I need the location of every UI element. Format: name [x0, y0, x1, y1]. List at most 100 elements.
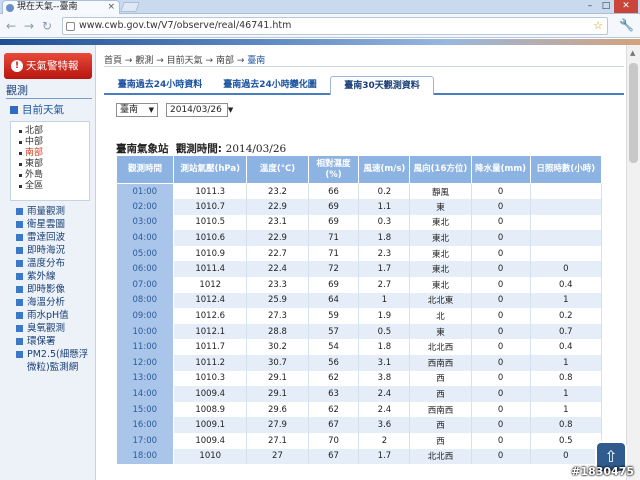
minimize-icon[interactable]: –	[582, 0, 598, 13]
date-select[interactable]: 2014/03/26 ▼	[166, 103, 233, 117]
table-cell: 29.1	[246, 370, 309, 387]
sidebar-link-sea-temp[interactable]: 海溫分析	[16, 296, 92, 309]
close-window-icon[interactable]: ✕	[614, 0, 638, 13]
region-item-north[interactable]: 北部	[19, 126, 89, 137]
tab-title: 現在天氣--臺南	[17, 2, 78, 12]
back-arrow-icon[interactable]: ←	[4, 19, 18, 33]
date-select-value: 2014/03/26	[170, 105, 222, 115]
table-cell: 22.9	[246, 199, 309, 215]
table-cell: 17:00	[116, 433, 175, 449]
wrench-menu-icon[interactable]: 🔧	[619, 18, 634, 32]
table-cell: 06:00	[116, 261, 175, 278]
sidebar-link-rainfall[interactable]: 雨量觀測	[16, 205, 92, 218]
table-cell: 3.1	[358, 355, 411, 371]
new-tab-button[interactable]	[120, 2, 140, 12]
url-field[interactable]: www.cwb.gov.tw/V7/observe/real/46741.htm…	[62, 17, 608, 35]
region-item-central[interactable]: 中部	[19, 137, 89, 148]
page-scrollbar[interactable]: ▲	[626, 45, 640, 480]
sidebar-link-satellite[interactable]: 衛星雲圖	[16, 218, 92, 231]
sidebar-link-temperature[interactable]: 溫度分布	[16, 257, 92, 270]
sidebar-link-pm25[interactable]: PM2.5(細懸浮微粒)監測網	[16, 348, 92, 374]
region-item-islands[interactable]: 外島	[19, 170, 89, 181]
forward-arrow-icon[interactable]: →	[22, 19, 36, 33]
column-header: 日照時數(小時)	[529, 155, 603, 184]
table-header-row: 觀測時間 測站氣壓(hPa) 溫度(°C) 相對濕度(%) 風速(m/s) 風向…	[115, 155, 603, 184]
sidebar-link-epa[interactable]: 環保署	[16, 335, 92, 348]
sidebar-link-ozone[interactable]: 臭氧觀測	[16, 322, 92, 335]
bookmark-star-icon[interactable]: ☆	[593, 18, 603, 34]
sidebar-link-live-images[interactable]: 即時影像	[16, 283, 92, 296]
reload-icon[interactable]: ↻	[40, 19, 54, 33]
table-cell: 0.5	[530, 433, 603, 449]
filter-controls: 臺南 ▼ 2014/03/26 ▼	[116, 103, 233, 117]
table-cell: 11:00	[116, 339, 175, 356]
address-bar-row: ← → ↻ www.cwb.gov.tw/V7/observe/real/467…	[0, 14, 640, 38]
table-cell: 1012.1	[173, 323, 248, 340]
table-cell: 30.2	[246, 339, 309, 356]
table-cell: 1012.4	[173, 292, 248, 309]
tab-past-24h-data[interactable]: 臺南過去24小時資料	[112, 76, 208, 95]
sidebar-link-rain-ph[interactable]: 雨水pH值	[16, 309, 92, 322]
table-cell	[530, 183, 603, 200]
table-cell: 0.3	[358, 214, 411, 231]
table-cell: 64	[308, 292, 360, 309]
sidebar-link-radar[interactable]: 雷達回波	[16, 231, 92, 244]
breadcrumb-item[interactable]: 目前天氣	[167, 56, 203, 66]
station-select-value: 臺南	[120, 105, 139, 115]
sidebar-section-title: 觀測	[6, 83, 92, 99]
observation-time-value: 2014/03/26	[225, 143, 287, 155]
region-item-all[interactable]: 全區	[19, 181, 89, 192]
column-header: 風向(16方位)	[409, 155, 472, 184]
window-controls: – □ ✕	[582, 0, 638, 13]
favicon-icon	[6, 4, 14, 12]
scroll-up-icon[interactable]: ▲	[630, 49, 635, 57]
table-cell: 0	[530, 261, 603, 278]
table-cell: 13:00	[116, 370, 175, 387]
weather-alert-button[interactable]: ! 天氣警特報	[4, 53, 92, 79]
region-item-south[interactable]: 南部	[19, 148, 89, 159]
table-cell: 69	[308, 199, 360, 215]
breadcrumb-item[interactable]: 首頁	[104, 56, 122, 66]
table-cell: 71	[308, 230, 360, 246]
breadcrumb-item[interactable]: 南部	[216, 56, 234, 66]
table-cell: 16:00	[116, 417, 175, 433]
browser-tab[interactable]: 現在天氣--臺南 ×	[2, 0, 120, 14]
scrollbar-thumb[interactable]	[629, 63, 638, 163]
table-cell: 69	[308, 277, 360, 293]
tab-30-day-data[interactable]: 臺南30天觀測資料	[330, 76, 434, 95]
table-cell: 0	[471, 417, 531, 433]
table-cell: 08:00	[116, 292, 175, 309]
table-cell	[530, 199, 603, 215]
table-cell: 27	[246, 448, 309, 465]
tab-close-icon[interactable]: ×	[107, 1, 115, 14]
table-cell: 1008.9	[173, 401, 248, 418]
table-cell: 1	[530, 292, 603, 309]
table-cell: 3.6	[358, 417, 411, 433]
table-cell: 東北	[409, 277, 472, 293]
table-cell: 2	[358, 433, 411, 449]
table-cell: 西南西	[409, 401, 472, 418]
table-cell: 0.7	[530, 323, 603, 340]
table-cell: 72	[308, 261, 360, 278]
tab-past-24h-chart[interactable]: 臺南過去24小時變化圖	[212, 76, 328, 95]
table-cell: 63	[308, 386, 360, 402]
table-row: 16:00 1009.1 27.9 67 3.6 西 0 0.8	[116, 417, 603, 433]
table-cell	[530, 214, 603, 231]
station-select[interactable]: 臺南 ▼	[116, 103, 158, 117]
sidebar-link-uv[interactable]: 紫外線	[16, 270, 92, 283]
sidebar-link-sea-state[interactable]: 即時海況	[16, 244, 92, 257]
table-cell: 3.8	[358, 370, 411, 387]
table-cell: 1.7	[358, 448, 411, 465]
dropdown-arrow-icon: ▼	[148, 106, 154, 114]
table-row: 17:00 1009.4 27.1 70 2 西 0 0.5	[116, 433, 603, 449]
table-cell: 東北	[409, 261, 472, 278]
maximize-icon[interactable]: □	[598, 0, 614, 13]
sidebar-item-current-weather[interactable]: 目前天氣	[10, 103, 64, 117]
table-cell: 1010	[173, 448, 248, 465]
table-cell: 1	[530, 401, 603, 418]
region-item-east[interactable]: 東部	[19, 159, 89, 170]
breadcrumb-item[interactable]: 觀測	[135, 56, 153, 66]
breadcrumb-separator: →	[236, 56, 245, 66]
sidebar: ! 天氣警特報 觀測 目前天氣 北部 中部 南部 東部 外島 全區 雨量觀測 衛…	[0, 45, 96, 480]
table-cell: 東北	[409, 230, 472, 246]
